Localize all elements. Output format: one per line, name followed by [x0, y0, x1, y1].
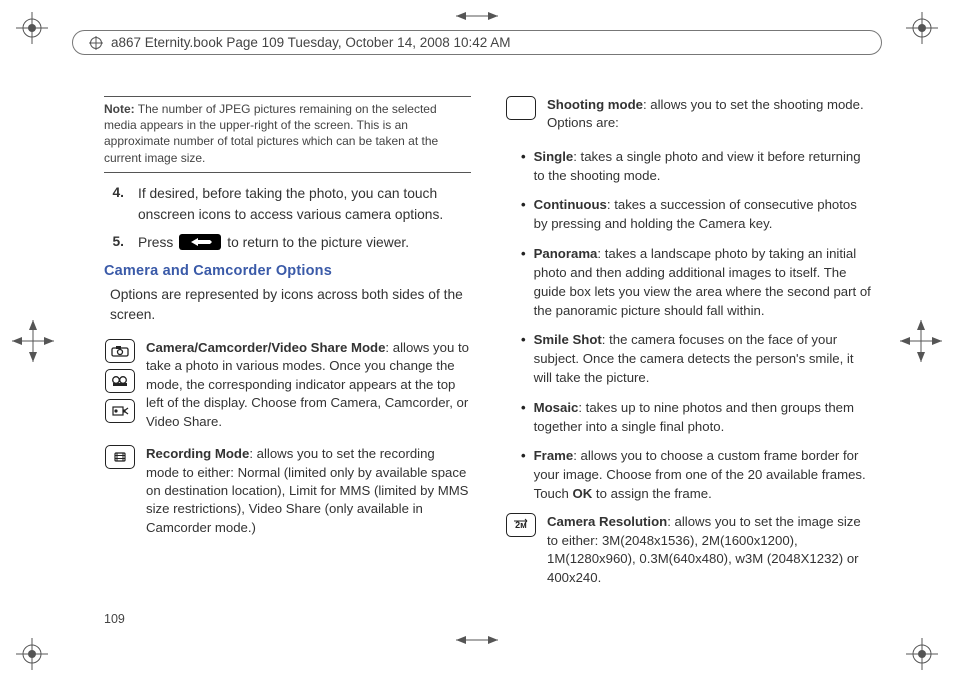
opt-smile: Smile Shot: the camera focuses on the fa…: [521, 330, 872, 387]
page-content: Note: The number of JPEG pictures remain…: [104, 96, 872, 634]
resolution-icon: 2ᴍ: [506, 513, 536, 537]
right-column: Shooting mode: allows you to set the sho…: [505, 96, 872, 634]
printer-mark-br: [892, 624, 938, 670]
feature-recording-lead: Recording Mode: [146, 446, 249, 461]
back-key-icon: [179, 234, 221, 250]
step-number: 5.: [104, 232, 124, 253]
video-share-icon: [105, 399, 135, 423]
feature-shooting-lead: Shooting mode: [547, 97, 643, 112]
opt-mosaic: Mosaic: takes up to nine photos and then…: [521, 398, 872, 436]
section-intro: Options are represented by icons across …: [110, 285, 471, 324]
shooting-mode-icon: [506, 96, 536, 120]
opt-single: Single: takes a single photo and view it…: [521, 147, 872, 185]
note-body: The number of JPEG pictures remaining on…: [104, 102, 438, 165]
target-icon: [89, 36, 103, 50]
feature-mode: Camera/Camcorder/Video Share Mode: allow…: [104, 339, 471, 431]
opt-frame: Frame: allows you to choose a custom fra…: [521, 446, 872, 503]
press-label: Press: [138, 232, 173, 253]
recording-mode-icon: [105, 445, 135, 469]
printer-mark-right: [898, 318, 944, 364]
camcorder-icon: [105, 369, 135, 393]
feature-resolution: 2ᴍ Camera Resolution: allows you to set …: [505, 513, 872, 587]
printer-mark-left: [10, 318, 56, 364]
shooting-options: Single: takes a single photo and view it…: [505, 147, 872, 503]
note-box: Note: The number of JPEG pictures remain…: [104, 96, 471, 173]
feature-shooting: Shooting mode: allows you to set the sho…: [505, 96, 872, 133]
step-list: 4. If desired, before taking the photo, …: [104, 183, 471, 253]
feature-recording: Recording Mode: allows you to set the re…: [104, 445, 471, 537]
step-text: If desired, before taking the photo, you…: [138, 183, 471, 226]
feature-mode-lead: Camera/Camcorder/Video Share Mode: [146, 340, 385, 355]
note-label: Note:: [104, 102, 135, 116]
printer-mark-bottom: [454, 630, 500, 676]
press-after: to return to the picture viewer.: [227, 232, 409, 253]
step-5: 5. Press to return to the picture viewer…: [104, 232, 471, 253]
frame-header: a867 Eternity.book Page 109 Tuesday, Oct…: [72, 30, 882, 55]
frame-header-text: a867 Eternity.book Page 109 Tuesday, Oct…: [111, 35, 511, 50]
step-4: 4. If desired, before taking the photo, …: [104, 183, 471, 226]
printer-mark-bl: [16, 624, 62, 670]
section-heading: Camera and Camcorder Options: [104, 261, 471, 282]
opt-panorama: Panorama: takes a landscape photo by tak…: [521, 244, 872, 321]
feature-resolution-lead: Camera Resolution: [547, 514, 667, 529]
opt-continuous: Continuous: takes a succession of consec…: [521, 195, 872, 233]
printer-mark-tl: [16, 12, 62, 58]
camera-icon: [105, 339, 135, 363]
printer-mark-tr: [892, 12, 938, 58]
page-number: 109: [104, 612, 125, 626]
step-number: 4.: [104, 183, 124, 226]
left-column: Note: The number of JPEG pictures remain…: [104, 96, 471, 634]
